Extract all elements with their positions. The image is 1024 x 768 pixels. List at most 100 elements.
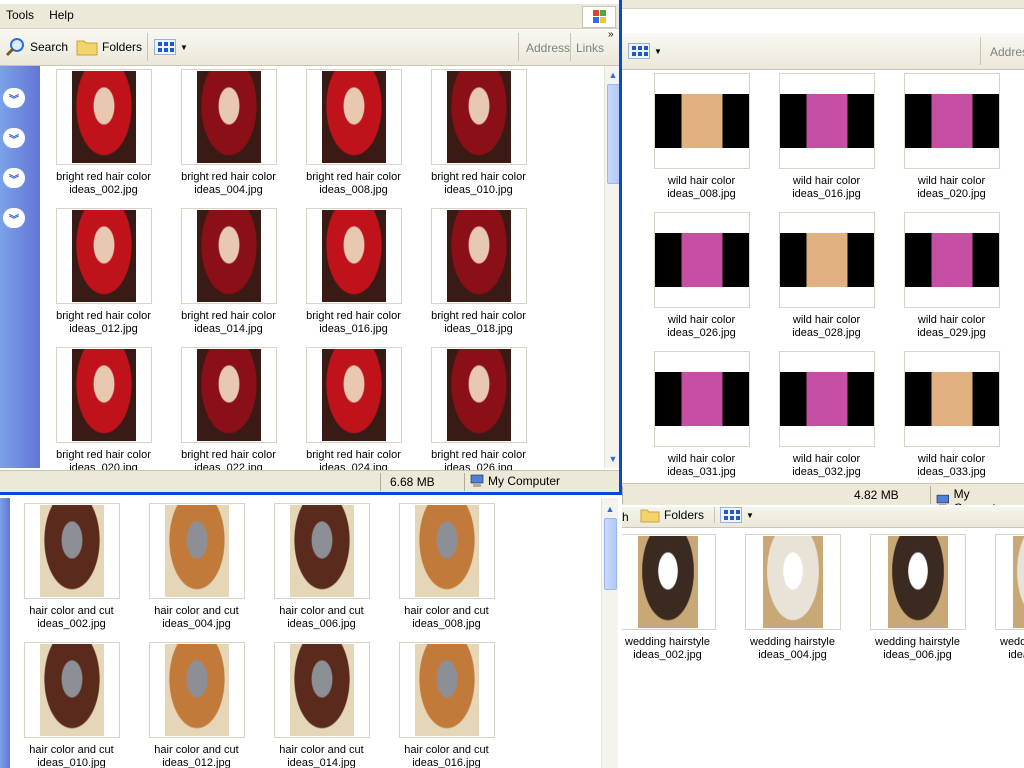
- folder-icon: [76, 40, 98, 56]
- file-thumbnail-item[interactable]: wild hair color ideas_032.jpg: [764, 351, 889, 479]
- file-name-label: wild hair color ideas_032.jpg: [792, 453, 861, 478]
- file-thumbnail-item[interactable]: bright red hair color ideas_016.jpg: [291, 208, 416, 336]
- file-name-label: wild hair color ideas_029.jpg: [917, 314, 986, 339]
- folders-label: Folders: [664, 508, 705, 522]
- window-border: [0, 492, 622, 495]
- file-name-label: wild hair color ideas_033.jpg: [917, 453, 986, 478]
- file-thumbnail-item[interactable]: bright red hair color ideas_008.jpg: [291, 69, 416, 197]
- status-divider: [622, 486, 623, 504]
- file-thumbnail-item[interactable]: bright red hair color ideas_018.jpg: [416, 208, 541, 336]
- file-thumbnail-item[interactable]: hair color and cut ideas_012.jpg: [134, 642, 259, 768]
- thumbnail-frame: [653, 212, 750, 308]
- scroll-thumb[interactable]: [604, 518, 617, 590]
- file-thumbnail-item[interactable]: bright red hair color ideas_026.jpg: [416, 347, 541, 475]
- file-thumbnail-item[interactable]: wedding hairstyle ideas_002.jpg: [622, 534, 730, 662]
- file-thumbnail-item[interactable]: wild hair color ideas_028.jpg: [764, 212, 889, 340]
- file-thumbnail-item[interactable]: wild hair color ideas_026.jpg: [639, 212, 764, 340]
- links-label[interactable]: Links: [576, 41, 604, 55]
- file-thumbnail-item[interactable]: wild hair color ideas_033.jpg: [889, 351, 1014, 479]
- file-thumbnail-item[interactable]: wedding hairstyle ideas_006.jpg: [855, 534, 980, 662]
- dropdown-arrow-icon: ▼: [746, 510, 754, 520]
- thumbnail-frame: [180, 347, 277, 443]
- file-thumbnail-item[interactable]: wild hair color ideas_008.jpg: [639, 73, 764, 201]
- menu-tools[interactable]: Tools: [0, 4, 40, 26]
- thumbnail-frame: [55, 208, 152, 304]
- scroll-up-icon[interactable]: ▲: [606, 68, 620, 82]
- file-thumbnail-item[interactable]: bright red hair color ideas_020.jpg: [41, 347, 166, 475]
- file-thumbnail-item[interactable]: bright red hair color ideas_024.jpg: [291, 347, 416, 475]
- search-button[interactable]: h: [622, 507, 629, 527]
- file-name-label: wild hair color ideas_028.jpg: [792, 314, 861, 339]
- scroll-down-icon[interactable]: ▼: [606, 452, 620, 466]
- scroll-up-icon[interactable]: ▲: [603, 502, 617, 516]
- thumbnail-image: [39, 505, 104, 597]
- computer-icon: [936, 494, 949, 505]
- thumbnail-frame: [55, 347, 152, 443]
- views-button[interactable]: ▼: [628, 41, 662, 61]
- address-label[interactable]: Address: [526, 41, 570, 55]
- status-bar: 4.82 MB My Computer: [622, 483, 1024, 505]
- file-thumbnail-item[interactable]: bright red hair color ideas_014.jpg: [166, 208, 291, 336]
- toolbar: ▼ Addres: [622, 33, 1024, 70]
- thumbnail-image: [196, 349, 261, 441]
- file-thumbnail-item[interactable]: wild hair color ideas_031.jpg: [639, 351, 764, 479]
- file-thumbnail-item[interactable]: hair color and cut ideas_002.jpg: [9, 503, 134, 631]
- thumbnail-frame: [778, 73, 875, 169]
- thumbnail-image: [762, 536, 823, 628]
- file-thumbnail-item[interactable]: hair color and cut ideas_016.jpg: [384, 642, 509, 768]
- file-thumbnail-item[interactable]: bright red hair color ideas_022.jpg: [166, 347, 291, 475]
- file-thumbnail-item[interactable]: hair color and cut ideas_006.jpg: [259, 503, 384, 631]
- status-divider: [464, 473, 465, 491]
- expand-chevron-icon[interactable]: ︾: [3, 88, 25, 108]
- thumbnail-frame: [55, 69, 152, 165]
- thumbnail-image: [71, 71, 136, 163]
- file-thumbnail-item[interactable]: bright red hair color ideas_004.jpg: [166, 69, 291, 197]
- file-thumbnail-item[interactable]: bright red hair color ideas_002.jpg: [41, 69, 166, 197]
- folders-button[interactable]: Folders: [640, 507, 704, 525]
- thumbnail-frame: [903, 351, 1000, 447]
- thumbnail-image: [196, 71, 261, 163]
- views-icon: [154, 39, 176, 55]
- file-thumbnail-item[interactable]: wild hair color ideas_029.jpg: [889, 212, 1014, 340]
- menubar: [622, 0, 1024, 9]
- expand-chevron-icon[interactable]: ︾: [3, 168, 25, 188]
- file-name-label: bright red hair color ideas_018.jpg: [431, 310, 526, 335]
- thumbnail-frame: [23, 642, 120, 738]
- file-thumbnail-item[interactable]: wild hair color ideas_016.jpg: [764, 73, 889, 201]
- folders-button[interactable]: Folders: [76, 37, 142, 57]
- vertical-scrollbar[interactable]: ▲: [601, 498, 618, 768]
- menu-help[interactable]: Help: [43, 4, 80, 26]
- thumbnail-image: [321, 71, 386, 163]
- file-thumbnail-item[interactable]: hair color and cut ideas_014.jpg: [259, 642, 384, 768]
- thumbnail-image: [904, 94, 999, 148]
- search-label: Search: [30, 40, 69, 54]
- file-thumbnail-item[interactable]: wedding hairstyle ideas_008.jpg: [980, 534, 1024, 662]
- file-thumbnail-item[interactable]: hair color and cut ideas_008.jpg: [384, 503, 509, 631]
- views-icon: [628, 43, 650, 59]
- thumbnail-image: [39, 644, 104, 736]
- expand-chevron-icon[interactable]: ︾: [3, 128, 25, 148]
- file-thumbnail-item[interactable]: bright red hair color ideas_012.jpg: [41, 208, 166, 336]
- file-thumbnail-item[interactable]: hair color and cut ideas_004.jpg: [134, 503, 259, 631]
- views-button[interactable]: ▼: [154, 37, 188, 57]
- search-button[interactable]: Search: [4, 37, 68, 57]
- file-name-label: wedding hairstyle ideas_004.jpg: [750, 636, 835, 661]
- file-thumbnail-item[interactable]: wedding hairstyle ideas_004.jpg: [730, 534, 855, 662]
- expand-chevron-icon[interactable]: ︾: [3, 208, 25, 228]
- file-thumbnail-item[interactable]: wild hair color ideas_020.jpg: [889, 73, 1014, 201]
- file-thumbnail-item[interactable]: bright red hair color ideas_010.jpg: [416, 69, 541, 197]
- address-label[interactable]: Addres: [990, 45, 1024, 59]
- file-name-label: hair color and cut ideas_004.jpg: [154, 605, 239, 630]
- thumbnail-image: [887, 536, 948, 628]
- chevron-right-icon[interactable]: »: [608, 29, 614, 40]
- file-name-label: bright red hair color ideas_016.jpg: [306, 310, 401, 335]
- toolbar-separator: [518, 33, 519, 61]
- thumbnail-image: [446, 210, 511, 302]
- folder-icon: [640, 509, 660, 523]
- thumbnail-image: [164, 505, 229, 597]
- thumbnail-image: [289, 505, 354, 597]
- file-thumbnail-item[interactable]: hair color and cut ideas_010.jpg: [9, 642, 134, 768]
- window-border: [619, 0, 622, 495]
- status-bar: 6.68 MB My Computer: [0, 470, 622, 493]
- views-button[interactable]: ▼: [720, 507, 754, 525]
